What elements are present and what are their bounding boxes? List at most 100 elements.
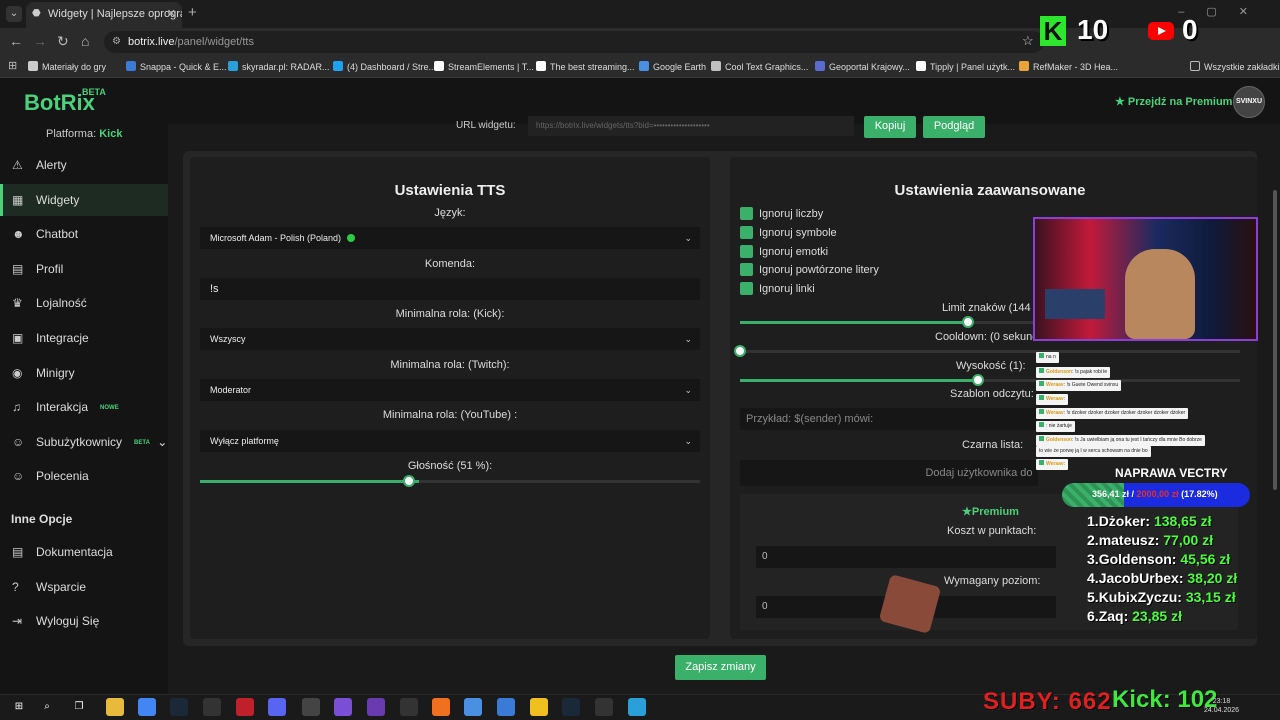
sidebar-item[interactable]: ▣ Integracje bbox=[0, 322, 168, 354]
sidebar-item-icon: ◉ bbox=[12, 365, 23, 380]
sidebar-item-icon: ⚠ bbox=[12, 158, 23, 172]
bookmark-item[interactable]: Geoportal Krajowy... bbox=[815, 61, 910, 72]
volume-slider[interactable] bbox=[200, 475, 700, 487]
widget-url-field[interactable]: https://botrix.live/widgets/tts?bid=••••… bbox=[528, 116, 854, 136]
bookmark-item[interactable]: The best streaming... bbox=[536, 61, 635, 72]
volume-slider-handle[interactable] bbox=[403, 475, 415, 487]
command-label: Komenda: bbox=[424, 258, 476, 270]
sidebar-item[interactable]: ? Wsparcie bbox=[0, 571, 168, 603]
save-changes-button[interactable]: Zapisz zmiany bbox=[675, 655, 766, 680]
points-cost-input[interactable]: 0 bbox=[756, 546, 1056, 568]
cooldown-handle[interactable] bbox=[734, 345, 746, 357]
command-input[interactable]: !s bbox=[200, 278, 700, 300]
taskbar-clock[interactable]: 23:18 24.04.2026 bbox=[1204, 697, 1239, 715]
sidebar-item[interactable]: ▤ Dokumentacja bbox=[0, 536, 168, 568]
obs-icon[interactable] bbox=[203, 698, 221, 716]
chat-badge-icon bbox=[1039, 436, 1044, 441]
sidebar-item-label: Subużytkownicy bbox=[36, 434, 123, 449]
windows-start-icon[interactable]: ⊞ bbox=[10, 698, 28, 716]
ignore-checkbox[interactable]: Ignoruj symbole bbox=[740, 225, 837, 240]
app-icon[interactable] bbox=[628, 698, 646, 716]
pitch-handle[interactable] bbox=[972, 374, 984, 386]
search-icon[interactable]: ⌕ bbox=[38, 698, 56, 716]
sidebar-item[interactable]: ⚠ Alerty bbox=[0, 149, 168, 181]
language-select[interactable]: Microsoft Adam - Polish (Poland) ⌄ bbox=[200, 227, 700, 249]
blacklist-input[interactable]: Dodaj użytkownika do cz bbox=[740, 460, 1038, 505]
bookmark-item[interactable]: Snappa - Quick & E... bbox=[126, 61, 227, 72]
checkbox-label: Ignoruj liczby bbox=[759, 208, 824, 220]
task-view-icon[interactable]: ❐ bbox=[70, 698, 88, 716]
twitch-role-select[interactable]: Moderator ⌄ bbox=[200, 379, 700, 401]
ignore-checkbox[interactable]: Ignoruj emotki bbox=[740, 244, 828, 259]
apps-grid-icon[interactable]: ⊞ bbox=[8, 59, 17, 72]
back-icon[interactable]: ← bbox=[9, 33, 23, 49]
kick-role-select[interactable]: Wszyscy ⌄ bbox=[200, 328, 700, 350]
opera-gx-icon[interactable] bbox=[236, 698, 254, 716]
app-icon[interactable] bbox=[302, 698, 320, 716]
bookmark-label: Materiały do gry bbox=[42, 62, 107, 72]
bookmark-item[interactable]: Materiały do gry bbox=[28, 61, 106, 72]
youtube-role-select[interactable]: Wyłącz platformę ⌄ bbox=[200, 430, 700, 452]
ignore-checkbox[interactable]: Ignoruj powtórzone litery bbox=[740, 263, 879, 277]
steam-icon[interactable] bbox=[562, 698, 580, 716]
home-icon[interactable]: ⌂ bbox=[81, 33, 89, 49]
app-icon[interactable] bbox=[595, 698, 613, 716]
chrome-icon[interactable] bbox=[138, 698, 156, 716]
sidebar-item-label: Chatbot bbox=[36, 227, 79, 242]
premium-link[interactable]: ★ Przejdź na Premium bbox=[1115, 95, 1232, 108]
bookmark-item[interactable]: StreamElements | T... bbox=[434, 61, 534, 72]
discord-icon[interactable] bbox=[268, 698, 286, 716]
leaderboard-rank: 5. bbox=[1087, 588, 1099, 605]
url-field[interactable]: ⚙ botrix.live/panel/widget/tts bbox=[104, 31, 1044, 53]
bookmark-item[interactable]: Tipply | Panel użytk... bbox=[916, 61, 1015, 72]
bookmark-item[interactable]: (4) Dashboard / Stre... bbox=[333, 61, 436, 72]
sidebar-item[interactable]: ☻ Chatbot bbox=[0, 218, 168, 250]
copy-url-button[interactable]: Kopiuj bbox=[864, 116, 916, 138]
sidebar-item[interactable]: ◉ Minigry bbox=[0, 357, 168, 389]
bookmark-item[interactable]: skyradar.pl: RADAR... bbox=[228, 61, 330, 72]
sidebar-item[interactable]: ▤ Profil bbox=[0, 253, 168, 285]
sidebar-item[interactable]: ♫ Interakcja NOWE bbox=[0, 391, 168, 423]
preview-button[interactable]: Podgląd bbox=[923, 116, 985, 138]
bookmark-favicon-icon bbox=[1019, 61, 1029, 71]
blender-icon[interactable] bbox=[432, 698, 450, 716]
new-tab-button[interactable]: + bbox=[188, 4, 197, 21]
app-icon[interactable] bbox=[497, 698, 515, 716]
bookmark-item[interactable]: Cool Text Graphics... bbox=[711, 61, 808, 72]
reload-icon[interactable]: ↻ bbox=[57, 33, 69, 50]
twitch-role-value: Moderator bbox=[210, 385, 252, 395]
sidebar-item[interactable]: ▦ Widgety bbox=[0, 183, 168, 216]
app-icon[interactable] bbox=[367, 698, 385, 716]
sidebar-item[interactable]: ⇥ Wyloguj Się bbox=[0, 605, 168, 637]
visual-studio-icon[interactable] bbox=[334, 698, 352, 716]
bookmark-star-icon[interactable]: ☆ bbox=[1022, 33, 1034, 49]
all-bookmarks[interactable]: Wszystkie zakładki bbox=[1190, 61, 1280, 72]
sidebar-item[interactable]: ☺ Subużytkownicy BETA ⌄ bbox=[0, 426, 168, 458]
app-icon[interactable] bbox=[464, 698, 482, 716]
sticky-notes-icon[interactable] bbox=[530, 698, 548, 716]
blacklist-label: Czarna lista: bbox=[962, 439, 1024, 451]
url-path: /panel/widget/tts bbox=[174, 36, 254, 48]
tab-list-button[interactable]: ⌄ bbox=[6, 6, 22, 22]
epic-games-icon[interactable] bbox=[400, 698, 418, 716]
steam-icon[interactable] bbox=[170, 698, 188, 716]
leaderboard-row: 6.Zaq: 23,85 zł bbox=[1087, 608, 1182, 624]
bookmark-item[interactable]: Google Earth bbox=[639, 61, 706, 72]
page-scrollbar[interactable] bbox=[1273, 190, 1277, 490]
volume-label: Głośność (51 %): bbox=[407, 460, 493, 472]
leaderboard-rank: 2. bbox=[1087, 531, 1099, 548]
ignore-checkbox[interactable]: Ignoruj liczby bbox=[740, 207, 823, 221]
bookmark-label: Snappa - Quick & E... bbox=[140, 62, 227, 72]
close-tab-icon[interactable]: ✕ bbox=[167, 2, 176, 26]
sidebar-item[interactable]: ♛ Lojalność bbox=[0, 287, 168, 319]
template-input[interactable]: Przykład: $(sender) mówi: bbox=[740, 408, 1038, 430]
sidebar-item[interactable]: ☺ Polecenia bbox=[0, 460, 168, 492]
browser-tab[interactable]: ⬣ Widgety | Najlepsze oprogramo ✕ bbox=[26, 2, 182, 28]
bookmark-item[interactable]: RefMaker - 3D Hea... bbox=[1019, 61, 1118, 72]
file-explorer-icon[interactable] bbox=[106, 698, 124, 716]
forward-icon[interactable]: → bbox=[33, 33, 47, 49]
avatar[interactable]: SVINXU bbox=[1233, 86, 1265, 118]
ignore-checkbox[interactable]: Ignoruj linki bbox=[740, 282, 815, 296]
site-info-icon[interactable]: ⚙ bbox=[112, 31, 121, 53]
char-limit-handle[interactable] bbox=[962, 316, 974, 328]
